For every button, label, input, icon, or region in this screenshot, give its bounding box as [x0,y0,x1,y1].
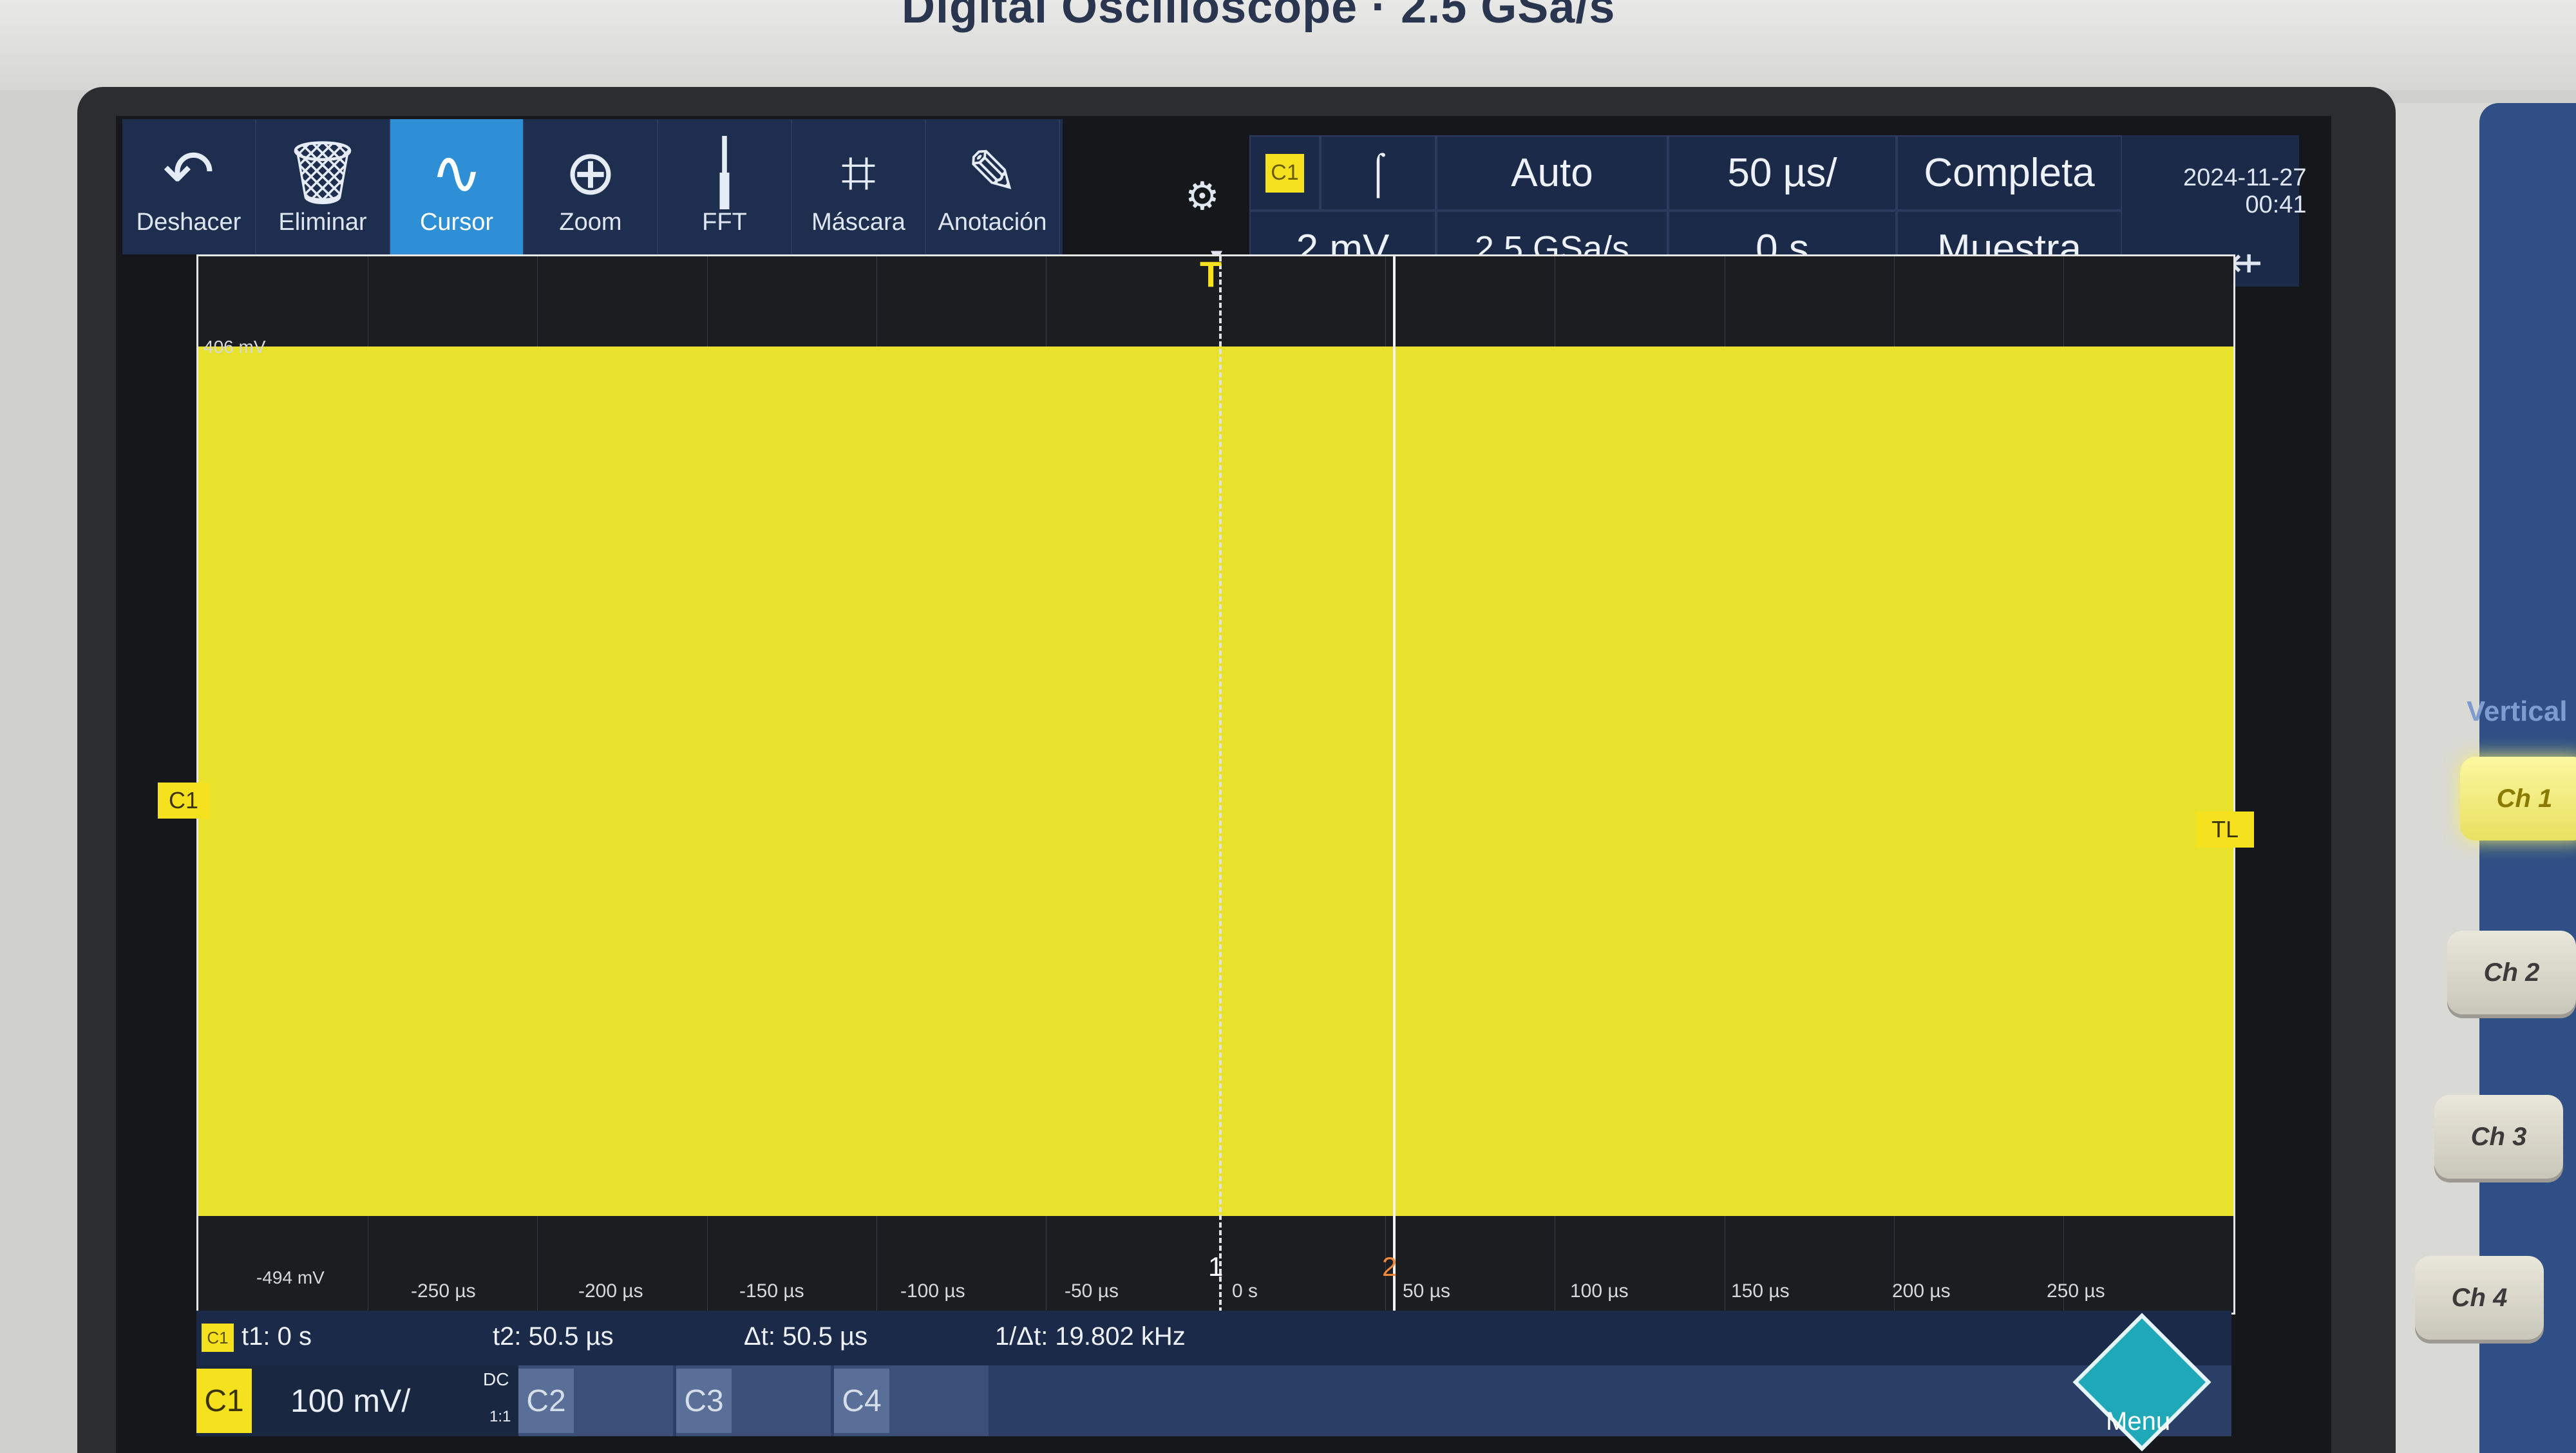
undo-label: Deshacer [136,208,242,236]
mask-button[interactable]: ⌗ Máscara [792,119,926,254]
ch2-tag: C2 [518,1369,574,1433]
ch4-slot[interactable]: C4 [834,1365,989,1436]
device-title: Digital Oscilloscope · 2.5 GSa/s [902,0,1616,33]
ch3-slot[interactable]: C3 [676,1365,831,1436]
channel-bar: C1 100 mV/ DC 1:1 C2 C3 C4 [196,1365,2231,1436]
x-tick-label: 150 µs [1731,1280,1790,1302]
ch1-ratio: 1:1 [489,1408,511,1425]
ch1-tag: C1 [196,1369,252,1433]
cursor-readout: C1 t1: 0 s t2: 50.5 µs Δt: 50.5 µs 1/Δt:… [196,1311,2231,1365]
trigger-level-tag[interactable]: TL [2196,812,2254,848]
vertical-section-label: Vertical [2467,696,2568,727]
ch4-tag: C4 [834,1369,889,1433]
rising-edge-icon: ⌠ [1366,151,1390,195]
delete-button[interactable]: 🗑 Eliminar [256,119,390,254]
cursor-inverse-delta: 1/Δt: 19.802 kHz [995,1322,1186,1351]
x-tick-label: 100 µs [1570,1280,1629,1302]
trigger-marker[interactable]: T [1200,253,1222,295]
annotation-button[interactable]: ✎ Anotación [926,119,1060,254]
device-bezel: Digital Oscilloscope · 2.5 GSa/s [0,0,2576,90]
trigger-source-chip: C1 [1265,153,1304,193]
fft-label: FFT [702,208,747,236]
x-tick-label: 200 µs [1892,1280,1951,1302]
ch1-coupling: DC [483,1369,509,1389]
trash-icon: 🗑 [283,138,362,207]
waveform-trace [198,347,2233,1216]
cursor-1-handle[interactable]: 1 [1208,1251,1223,1282]
cursor-2-handle[interactable]: 2 [1382,1251,1397,1282]
timebase-cell[interactable]: 50 µs/ [1668,135,1897,211]
cursor-t2: t2: 50.5 µs [493,1322,614,1351]
ch2-key[interactable]: Ch 2 [2447,931,2576,1014]
ch1-slot[interactable]: C1 100 mV/ DC 1:1 [196,1365,518,1436]
x-tick-label: -250 µs [411,1280,476,1302]
toolbar: ↶ Deshacer 🗑 Eliminar ∿ Cursor ⊕ Zoom ╽ … [122,119,1063,254]
trigger-mode-cell[interactable]: Auto [1436,135,1668,211]
x-tick-label: -200 µs [578,1280,643,1302]
cursor-2-line[interactable] [1393,256,1396,1313]
date-text: 2024-11-27 [2183,164,2307,191]
cursor-wave-icon: ∿ [430,138,483,207]
cursor-channel-chip: C1 [202,1324,234,1352]
zoom-label: Zoom [559,208,622,236]
datetime: 2024-11-27 00:41 [2183,164,2307,218]
record-cell[interactable]: Completa [1897,135,2122,211]
cursor-button[interactable]: ∿ Cursor [390,119,524,254]
delete-label: Eliminar [278,208,367,236]
pencil-icon: ✎ [966,138,1019,207]
x-tick-label: -150 µs [739,1280,804,1302]
ch1-scale: 100 mV/ [290,1383,411,1419]
ch3-key[interactable]: Ch 3 [2434,1095,2563,1179]
fft-icon: ╽ [706,138,743,207]
x-tick-label: 0 s [1232,1280,1258,1302]
trigger-position-line [1219,256,1222,1313]
cursor-delta: Δt: 50.5 µs [744,1322,868,1351]
x-tick-label: 50 µs [1403,1280,1450,1302]
channel-offset-tag[interactable]: C1 [158,783,209,819]
ch2-slot[interactable]: C2 [518,1365,673,1436]
cursor-t1: t1: 0 s [242,1322,312,1351]
menu-button-label[interactable]: Menu [2106,1407,2170,1436]
mask-icon: ⌗ [840,138,876,207]
ch1-key[interactable]: Ch 1 [2460,757,2576,840]
trigger-source-cell[interactable]: C1 [1249,135,1320,211]
ch4-key[interactable]: Ch 4 [2415,1256,2544,1340]
ch3-tag: C3 [676,1369,732,1433]
undo-icon: ↶ [162,138,215,207]
annotation-label: Anotación [938,208,1047,236]
time-text: 00:41 [2245,191,2307,218]
undo-button[interactable]: ↶ Deshacer [122,119,256,254]
zoom-icon: ⊕ [564,138,617,207]
trigger-slope-cell[interactable]: ⌠ [1320,135,1436,211]
waveform-grid[interactable]: 406 mV -494 mV -250 µs -200 µs -150 µs -… [196,254,2235,1315]
x-tick-label: -50 µs [1065,1280,1119,1302]
gear-icon[interactable]: ⚙ [1185,174,1220,219]
cursor-label: Cursor [419,208,494,236]
y-bottom-label: -494 mV [256,1268,325,1287]
fft-button[interactable]: ╽ FFT [658,119,792,254]
mask-label: Máscara [811,208,905,236]
y-top-label: 406 mV [204,337,266,357]
x-tick-label: 250 µs [2047,1280,2105,1302]
zoom-button[interactable]: ⊕ Zoom [524,119,658,254]
x-tick-label: -100 µs [900,1280,965,1302]
